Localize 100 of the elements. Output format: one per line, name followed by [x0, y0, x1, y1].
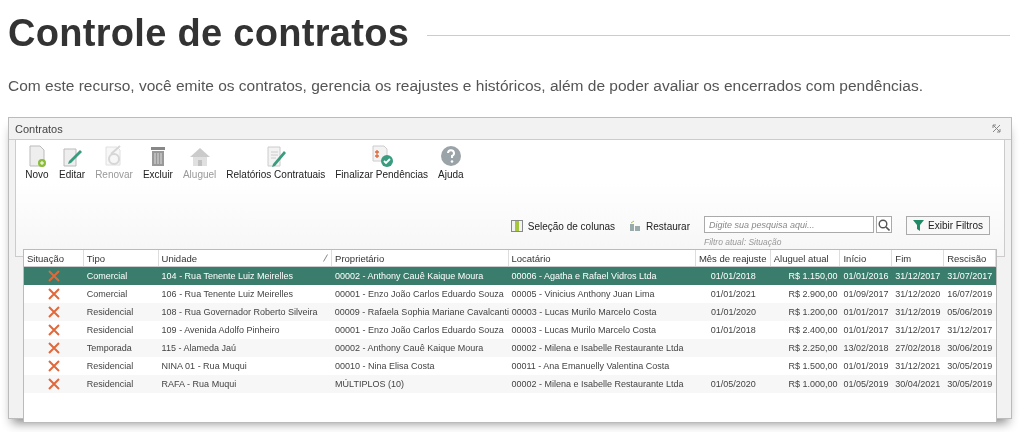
table-cell: 31/12/2021: [895, 361, 941, 371]
restore-button[interactable]: Restaurar: [629, 216, 690, 236]
table-cell: 31/12/2017: [895, 271, 941, 281]
restore-window-icon[interactable]: [992, 124, 1001, 133]
table-cell: R$ 2.900,00: [788, 289, 838, 299]
column-header[interactable]: Aluguel atual: [770, 250, 841, 266]
table-cell: 108 - Rua Governador Roberto Silveira: [161, 307, 318, 317]
table-cell: 00002 - Milena e Isabelle Restaurante Ltda: [511, 379, 684, 389]
search-button[interactable]: [876, 216, 892, 233]
column-header[interactable]: Situação: [24, 250, 84, 266]
toolbar-button[interactable]: Finalizar Pendências: [332, 144, 432, 180]
table-row[interactable]: Residencial 109 - Avenida Adolfo Pinheiro 00001 - Enzo João Carlos Eduardo Souza 00003 - Lucas Murilo Marcelo Costa 01/01/2018 R$ 2.400,00 01/01/2017 31/12/2017 31/12/2017: [24, 321, 996, 339]
cross-icon: [47, 306, 60, 318]
cross-icon: [47, 270, 60, 282]
sort-icon: [323, 254, 329, 262]
table-cell: 01/01/2018: [710, 271, 756, 281]
cross-icon: [47, 288, 60, 300]
table-cell: 30/05/2019: [947, 379, 993, 389]
table-cell: 31/12/2019: [895, 307, 941, 317]
table-row[interactable]: Residencial 108 - Rua Governador Roberto Silveira 00009 - Rafaela Sophia Mariane Cavalcanti 00003 - Lucas Murilo Marcelo Costa 01/01/2020 R$ 1.200,00 01/01/2017 31/12/2019 05/06/2019: [24, 303, 996, 321]
current-filter-text: Filtro atual: Situação: [704, 237, 783, 247]
table-cell: 00010 - Nina Elisa Costa: [335, 361, 435, 371]
table-cell: 00001 - Enzo João Carlos Eduardo Souza: [335, 289, 504, 299]
table-cell: 106 - Rua Tenente Luiz Meirelles: [161, 289, 294, 299]
table-cell: 30/04/2021: [895, 379, 941, 389]
table-row[interactable]: Residencial NINA 01 - Rua Muqui 00010 - Nina Elisa Costa 00011 - Ana Emanuelly Valentina Costa R$ 1.500,00 01/01/2019 31/12/2021 30/05/2019: [24, 357, 996, 375]
table-cell: Residencial: [86, 361, 134, 371]
table-cell: 00003 - Lucas Murilo Marcelo Costa: [511, 307, 657, 317]
table-cell: 30/05/2019: [947, 361, 993, 371]
column-header[interactable]: Fim: [892, 250, 945, 266]
column-header[interactable]: Mês de reajuste: [695, 250, 771, 266]
table-cell: 01/01/2020: [710, 307, 756, 317]
table-cell: 01/01/2016: [843, 271, 889, 281]
page-description: Com este recurso, você emite os contratos, gerencia os reajustes e históricos, além de poder avaliar os encerrados com pendências.: [8, 77, 924, 95]
table-cell: R$ 1.500,00: [788, 361, 838, 371]
table-cell: 16/07/2019: [947, 289, 993, 299]
column-selection-button[interactable]: Seleção de colunas: [510, 216, 616, 236]
table-cell: 01/09/2017: [843, 289, 889, 299]
table-row[interactable]: Temporada 115 - Alameda Jaú 00002 - Anthony Cauê Kaique Moura 00002 - Milena e Isabelle Restaurante Ltda R$ 2.250,00 13/02/2018 27/02/2018 30/06/2019: [24, 339, 996, 357]
table-cell: 31/12/2017: [895, 325, 941, 335]
columns-icon: [510, 220, 523, 232]
table-cell: Temporada: [86, 343, 132, 353]
column-header[interactable]: Tipo: [83, 250, 159, 266]
table-cell: 00006 - Agatha e Rafael Vidros Ltda: [511, 271, 657, 281]
table-row[interactable]: Residencial RAFA - Rua Muqui MÚLTIPLOS (10) 00002 - Milena e Isabelle Restaurante Ltda 01/05/2020 R$ 1.000,00 01/05/2019 30/04/2021 30/05/2019: [24, 375, 996, 393]
column-header[interactable]: Locatário: [508, 250, 696, 266]
toolbar-button[interactable]: Excluir: [139, 144, 176, 180]
table-cell: 00002 - Anthony Cauê Kaique Moura: [335, 343, 484, 353]
column-header[interactable]: Rescisão: [944, 250, 996, 266]
column-header[interactable]: Unidade: [158, 250, 333, 266]
toolbar-button[interactable]: Relatórios Contratuais: [223, 144, 329, 180]
table-cell: 30/06/2019: [947, 343, 993, 353]
column-header[interactable]: Proprietário: [332, 250, 509, 266]
table-cell: R$ 1.150,00: [788, 271, 838, 281]
table-cell: Residencial: [86, 325, 134, 335]
grid-icon: [629, 220, 642, 232]
table-cell: 01/01/2019: [843, 361, 889, 371]
table-cell: Comercial: [86, 289, 128, 299]
table-cell: 109 - Avenida Adolfo Pinheiro: [161, 325, 280, 335]
table-cell: 01/05/2019: [843, 379, 889, 389]
cross-icon: [47, 378, 60, 390]
table-cell: 00001 - Enzo João Carlos Eduardo Souza: [335, 325, 504, 335]
table-cell: 104 - Rua Tenente Luiz Meirelles: [161, 271, 294, 281]
window-title: Contratos: [15, 122, 63, 135]
cross-icon: [47, 360, 60, 372]
table-cell: RAFA - Rua Muqui: [161, 379, 237, 389]
table-cell: 31/12/2017: [947, 325, 993, 335]
toolbar-button[interactable]: Ajuda: [435, 144, 467, 180]
table-cell: R$ 1.000,00: [788, 379, 838, 389]
table-cell: MÚLTIPLOS (10): [335, 379, 404, 389]
table-cell: 00002 - Anthony Cauê Kaique Moura: [335, 271, 484, 281]
column-header[interactable]: Início: [840, 250, 893, 266]
toolbar-button[interactable]: Novo: [22, 144, 52, 180]
table-cell: 01/01/2017: [843, 325, 889, 335]
table-row[interactable]: Comercial 106 - Rua Tenente Luiz Meirelles 00001 - Enzo João Carlos Eduardo Souza 00005 - Vinicius Anthony Juan Lima 01/01/2021 R$ 2.900,00 01/09/2017 31/12/2020 16/07/2019: [24, 285, 996, 303]
toolbar-button[interactable]: Editar: [56, 144, 89, 180]
show-filters-button[interactable]: Exibir Filtros: [906, 216, 990, 235]
search-field[interactable]: Digite sua pesquisa aqui...: [704, 216, 874, 233]
table-cell: R$ 2.250,00: [788, 343, 838, 353]
cross-icon: [47, 342, 60, 354]
table-cell: 00005 - Vinicius Anthony Juan Lima: [511, 289, 655, 299]
cross-icon: [47, 324, 60, 336]
table-cell: Comercial: [86, 271, 128, 281]
table-cell: 31/07/2017: [947, 271, 993, 281]
search-icon: [878, 218, 890, 231]
table-cell: 115 - Alameda Jaú: [161, 343, 236, 353]
table-cell: 31/12/2020: [895, 289, 941, 299]
table-cell: R$ 1.200,00: [788, 307, 838, 317]
table-row[interactable]: Comercial 104 - Rua Tenente Luiz Meirelles 00002 - Anthony Cauê Kaique Moura 00006 - Agatha e Rafael Vidros Ltda 01/01/2018 R$ 1.150,00 01/01/2016 31/12/2017 31/07/2017: [24, 267, 996, 285]
table-cell: Residencial: [86, 307, 134, 317]
page-title: Controle de contratos: [8, 12, 410, 55]
help-icon: [438, 144, 463, 168]
table-cell: 27/02/2018: [895, 343, 941, 353]
table-cell: 13/02/2018: [843, 343, 889, 353]
table-cell: 00002 - Milena e Isabelle Restaurante Ltda: [511, 343, 684, 353]
table-cell: R$ 2.400,00: [788, 325, 838, 335]
table-cell: 01/01/2018: [710, 325, 756, 335]
table-cell: 01/01/2021: [710, 289, 756, 299]
table-cell: Residencial: [86, 379, 134, 389]
filter-icon: [913, 220, 924, 231]
